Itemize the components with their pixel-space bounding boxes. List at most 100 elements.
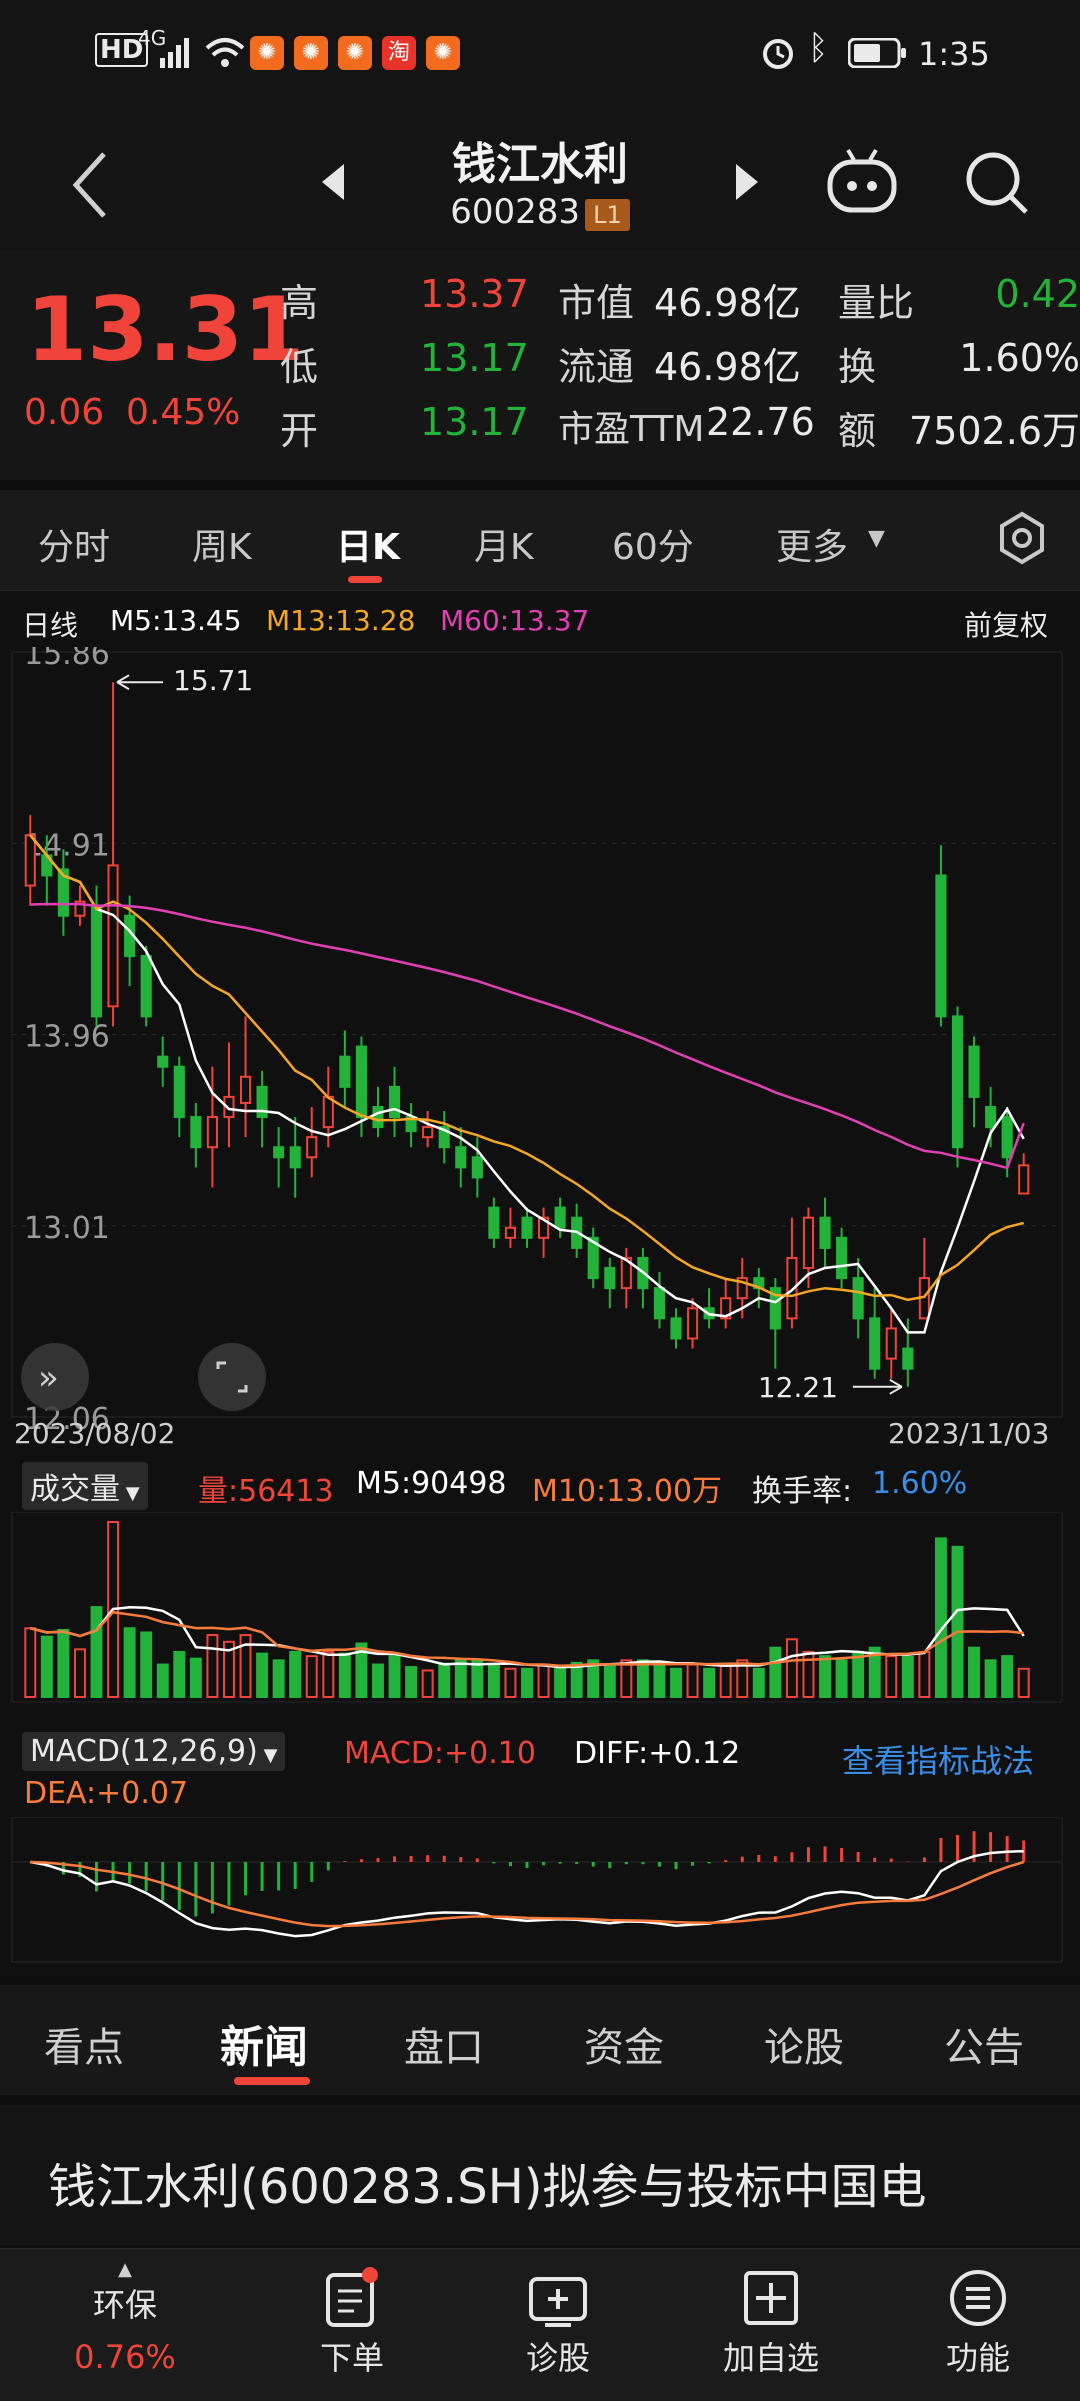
quote-label: 流通 [558,345,635,389]
candle-body [604,1267,616,1290]
volume-bar [73,1648,86,1698]
candle-body [521,1216,533,1239]
dea-value: DEA:+0.07 [24,1776,189,1811]
news-tab-2[interactable]: 盘口 [404,2015,484,2073]
taobao-notification-icon: 淘 [382,36,416,70]
period-tabs: 分时 周K 日K 月K 60分 更多 ▼ [0,490,1080,591]
volume-chart[interactable] [0,1512,1080,1712]
start-date: 2023/08/02 [14,1417,176,1450]
volume-bar [471,1659,484,1698]
volume-bar [256,1652,269,1699]
diagnose-icon [529,2277,587,2327]
nav-order[interactable]: 下单 [292,2267,412,2379]
sector-env-item[interactable]: ▲ 环保 0.76% [40,2259,210,2376]
news-tab-5[interactable]: 公告 [944,2015,1024,2073]
candle-body [653,1287,666,1320]
volume-bar [835,1659,848,1698]
volume-bar [289,1650,302,1699]
search-icon[interactable] [962,148,1032,218]
volume-bar [819,1655,831,1698]
volume-bar [1001,1655,1014,1698]
volume-bar [189,1657,202,1698]
volume-bar [703,1667,716,1698]
wifi-icon [205,38,245,67]
kline-label: 日线 [22,609,79,642]
chart-settings-icon[interactable] [994,510,1050,566]
tab-period-1[interactable]: 周K [192,518,252,570]
sector-label: 环保 [92,2286,157,2324]
add-watchlist-icon [744,2271,798,2325]
indicator-tactics-link[interactable]: 查看指标战法 [842,1736,1034,1782]
candle-body [554,1206,566,1229]
volume-bar [603,1663,616,1699]
volume-bar [173,1650,186,1699]
macd-chart[interactable] [0,1817,1080,1967]
current-price: 13.31 [26,278,305,381]
kline-y-tick: 14.91 [24,828,110,863]
tab-period-3[interactable]: 月K [474,518,534,570]
volume-bar [554,1667,567,1698]
notification-icons: ✺ ✺ ✺ 淘 ✺ [250,36,470,70]
candle-body [190,1116,202,1149]
volume-bar [305,1655,318,1698]
tab-period-2[interactable]: 日K [336,518,400,570]
volume-bar [968,1646,981,1698]
alarm-icon [763,39,793,69]
candle-body [1001,1116,1013,1159]
battery-icon [848,38,906,68]
app-notification-icon: ✺ [294,36,328,70]
active-tab-indicator [348,576,382,583]
news-tab-4[interactable]: 论股 [764,2015,844,2073]
tab-period-0[interactable]: 分时 [38,518,110,570]
macd-frame [11,1817,1063,1963]
macd-indicator-select[interactable]: MACD(12,26,9) ▼ [22,1732,286,1771]
volume-bar [40,1635,53,1698]
candle-body [968,1045,980,1098]
candle-body [687,1307,699,1340]
stock-name: 钱江水利 [452,139,628,190]
volume-bar [670,1667,682,1698]
quote-label: 量比 [838,281,915,325]
volume-bar [769,1646,782,1698]
news-tab-0[interactable]: 看点 [44,2015,124,2073]
candle-body [24,834,36,887]
nav-diagnose[interactable]: 诊股 [498,2267,618,2379]
volume-bar [719,1663,732,1699]
news-tab-1[interactable]: 新闻 [220,2011,308,2075]
clock: 1:35 [918,35,990,73]
volume-bar [421,1669,434,1698]
macd-value: MACD:+0.10 [344,1736,536,1771]
volume-bar [934,1537,947,1698]
volume-bar [885,1655,898,1698]
quote-value: 13.17 [420,400,529,444]
signal-icon [160,38,189,68]
tab-period-5[interactable]: 更多 [776,518,848,570]
news-headline-item[interactable]: 钱江水利(600283.SH)拟参与投标中国电 [0,2105,1080,2245]
quote-label: 市值 [558,281,635,325]
tab-period-4[interactable]: 60分 [612,518,694,570]
candle-body [140,954,152,1018]
adjust-toggle[interactable]: 前复权 [964,604,1048,644]
candle-body [355,1045,367,1119]
nav-add-watchlist[interactable]: 加自选 [706,2267,836,2379]
quote-value: 13.37 [420,272,529,316]
candle-body [1018,1164,1030,1195]
quote-value: 46.98亿 [654,345,801,389]
diff-value: DIFF:+0.12 [574,1736,741,1771]
quote-label: 开 [280,409,319,453]
robot-assistant-icon[interactable] [824,146,900,216]
stock-code: 600283 [450,192,581,232]
volume-bar [1017,1667,1030,1698]
volume-indicator-select[interactable]: 成交量 ▼ [22,1462,148,1510]
kline-chart[interactable]: 15.8614.9113.9613.0112.0615.7112.21» [0,647,1080,1467]
volume-bar [24,1627,37,1698]
volume-bar [636,1659,649,1698]
news-tab-3[interactable]: 资金 [584,2015,664,2073]
candle-body [173,1065,185,1119]
candle-body [836,1236,848,1280]
stock-code-row: 600283 L1 [0,192,1080,232]
nav-functions[interactable]: 功能 [918,2267,1038,2379]
candle-body [239,1075,252,1104]
next-stock-icon[interactable] [732,162,760,202]
candle-body [902,1347,914,1370]
